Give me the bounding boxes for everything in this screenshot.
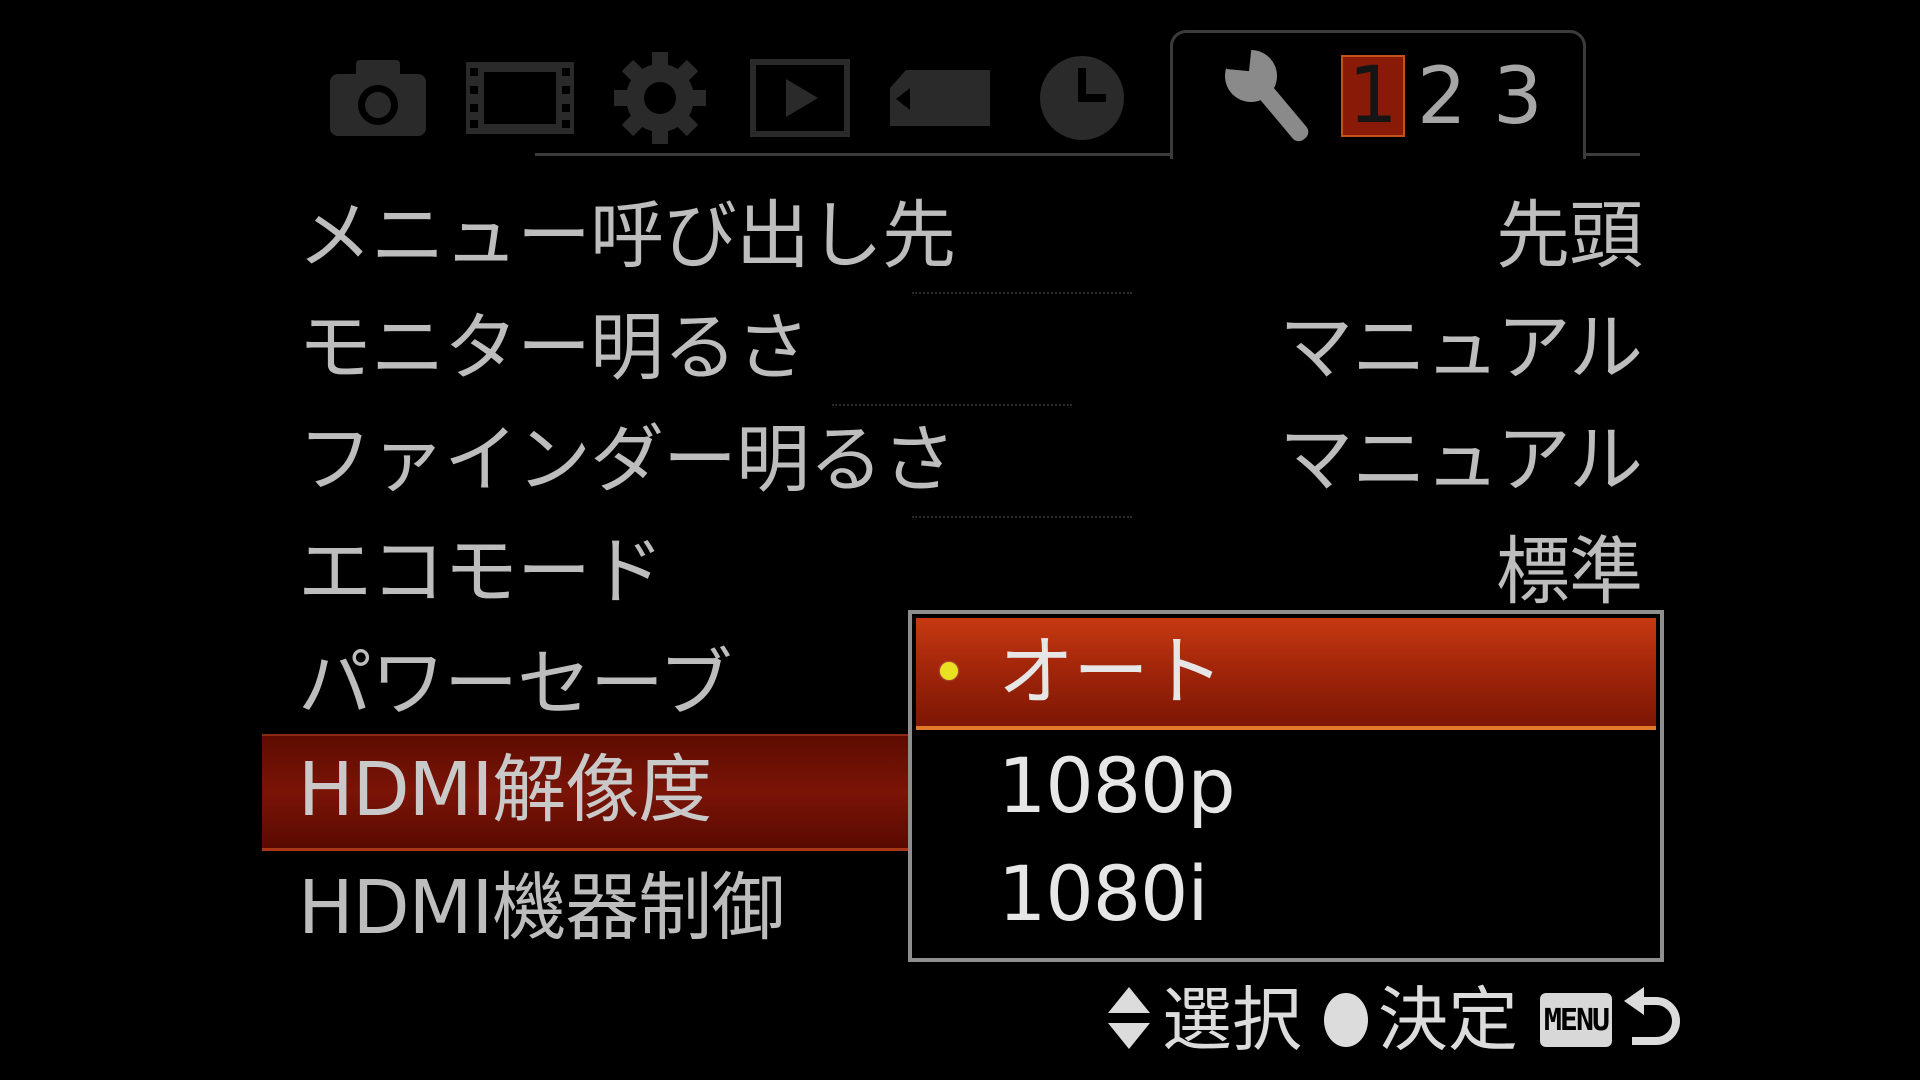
help-confirm-label: 決定 — [1378, 979, 1518, 1061]
dropdown-option-label: 1080i — [998, 849, 1209, 938]
menu-item-value: 先頭 — [1496, 193, 1643, 279]
menu-item-value: マニュアル — [1279, 305, 1643, 391]
menu-item-label: エコモード — [298, 529, 664, 615]
menu-item-menu-start[interactable]: メニュー呼び出し先 先頭 — [262, 180, 1643, 292]
page-number-active[interactable]: 1 — [1341, 55, 1405, 137]
gear-icon[interactable] — [612, 48, 708, 148]
menu-item-label: メニュー呼び出し先 — [298, 193, 956, 279]
menu-item-finder-brightness[interactable]: ファインダー明るさ マニュアル — [262, 404, 1643, 516]
menu-tab-bar: 1 2 3 — [0, 0, 1920, 160]
hdmi-resolution-dropdown[interactable]: オート 1080p 1080i — [908, 610, 1664, 962]
menu-item-monitor-brightness[interactable]: モニター明るさ マニュアル — [262, 292, 1643, 404]
wrench-icon — [1213, 42, 1323, 145]
camera-icon[interactable] — [326, 48, 430, 148]
divider — [912, 292, 1132, 294]
clock-icon[interactable] — [1034, 48, 1130, 148]
menu-item-label: ファインダー明るさ — [298, 417, 956, 503]
center-button-icon — [1324, 993, 1368, 1047]
tab-divider — [535, 153, 1170, 156]
dropdown-option-1080i[interactable]: 1080i — [912, 840, 1660, 948]
up-down-arrow-icon — [1106, 985, 1152, 1055]
divider — [832, 404, 1072, 406]
menu-button-icon: MENU — [1540, 993, 1612, 1047]
dropdown-option-1080p[interactable]: 1080p — [912, 732, 1660, 840]
memory-card-icon[interactable] — [888, 48, 992, 148]
dropdown-option-label: 1080p — [998, 741, 1236, 830]
menu-item-value: マニュアル — [1279, 417, 1643, 503]
help-bar: 選択 決定 MENU — [1106, 980, 1682, 1060]
page-number[interactable]: 2 — [1417, 55, 1467, 139]
menu-item-label: パワーセーブ — [298, 641, 733, 727]
return-arrow-icon — [1622, 985, 1682, 1055]
film-icon[interactable] — [464, 48, 576, 148]
menu-item-label: モニター明るさ — [298, 305, 810, 391]
page-number[interactable]: 3 — [1493, 55, 1543, 139]
dropdown-option-label: オート — [998, 627, 1224, 716]
tab-setup-active[interactable]: 1 2 3 — [1170, 30, 1586, 159]
menu-item-value: 標準 — [1496, 529, 1643, 615]
menu-item-label: HDMI解像度 — [298, 747, 712, 833]
help-select-label: 選択 — [1162, 979, 1302, 1061]
menu-item-hdmi-resolution[interactable]: HDMI解像度 — [262, 734, 922, 851]
tab-divider — [1580, 153, 1640, 156]
selected-dot-icon — [940, 662, 958, 680]
divider — [912, 516, 1132, 518]
dropdown-option-auto[interactable]: オート — [916, 618, 1656, 730]
menu-item-label: HDMI機器制御 — [298, 865, 785, 951]
play-icon[interactable] — [750, 48, 850, 148]
